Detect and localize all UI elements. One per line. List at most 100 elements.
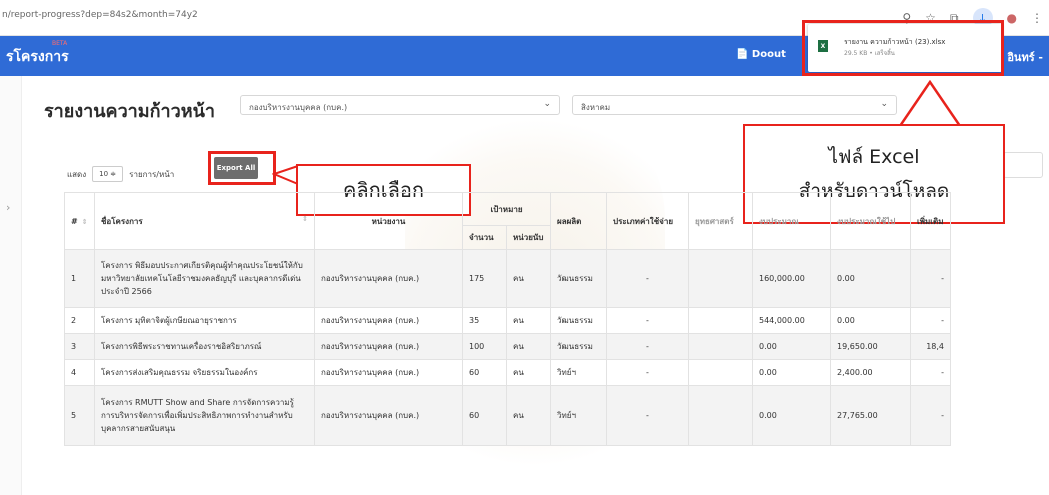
col-header-index-label: # [71, 216, 78, 226]
user-menu[interactable]: อินทร์ - [1007, 48, 1043, 66]
cell-count-unit: คน [506, 307, 551, 334]
cell-expense-type: - [606, 359, 689, 386]
export-all-button[interactable]: Export All [214, 157, 258, 179]
cell-expense-type: - [606, 249, 689, 308]
kebab-icon[interactable]: ⋮ [1031, 11, 1043, 25]
cell-index: 1 [64, 249, 95, 308]
cell-unit: กองบริหารงานบุคคล (กบค.) [314, 385, 463, 446]
cell-extra: - [910, 307, 951, 334]
chevron-right-icon[interactable]: › [6, 201, 10, 214]
cell-name: โครงการ RMUTT Show and Share การจัดการคว… [94, 385, 315, 446]
cell-budget: 544,000.00 [752, 307, 831, 334]
cell-strategy [688, 307, 753, 334]
cell-count-unit: คน [506, 333, 551, 360]
show-label: แสดง [67, 169, 87, 179]
sidebar-collapsed: › [0, 76, 22, 495]
beta-badge: BETA [52, 40, 68, 47]
cell-name: โครงการพิธีพระราชทานเครื่องราชอิสริยาภรณ… [94, 333, 315, 360]
cell-count-unit: คน [506, 249, 551, 308]
department-select-value: กองบริหารงานบุคคล (กบค.) [249, 103, 348, 112]
cell-expense-type: - [606, 307, 689, 334]
col-header-index[interactable]: # ⇕ [64, 192, 95, 250]
nav-menu-item[interactable]: 📄 Doout [736, 49, 786, 60]
cell-output: วิทย์ฯ [550, 359, 607, 386]
cell-spent: 0.00 [830, 249, 911, 308]
cell-extra: - [910, 359, 951, 386]
cell-output: วัฒนธรรม [550, 249, 607, 308]
department-select[interactable]: กองบริหารงานบุคคล (กบค.) ⌄ [240, 95, 560, 115]
col-header-name-label: ชื่อโครงการ [101, 216, 143, 226]
col-header-amount[interactable]: จำนวน [462, 225, 507, 250]
col-header-spent[interactable]: งบประมาณใช้ไป [830, 192, 911, 250]
cell-output: วัฒนธรรม [550, 307, 607, 334]
cell-amount: 60 [462, 385, 507, 446]
cell-index: 2 [64, 307, 95, 334]
callout-pointer [897, 80, 963, 128]
cell-extra: - [910, 249, 951, 308]
cell-output: วัฒนธรรม [550, 333, 607, 360]
profile-icon[interactable]: ● [1007, 11, 1017, 25]
cell-index: 5 [64, 385, 95, 446]
cell-strategy [688, 333, 753, 360]
table-row[interactable]: 4 โครงการส่งเสริมคุณธรรม จริยธรรมในองค์ก… [64, 359, 951, 386]
table-row[interactable]: 3 โครงการพิธีพระราชทานเครื่องราชอิสริยาภ… [64, 333, 951, 360]
col-header-strategy[interactable]: ยุทธศาสตร์ [688, 192, 753, 250]
callout-excel-line1: ไฟล์ Excel [828, 146, 920, 168]
brand-title[interactable]: รโครงการ [6, 46, 69, 68]
cell-budget: 0.00 [752, 385, 831, 446]
month-select[interactable]: สิงหาคม ⌄ [572, 95, 897, 115]
cell-spent: 19,650.00 [830, 333, 911, 360]
cell-expense-type: - [606, 385, 689, 446]
col-header-name[interactable]: ชื่อโครงการ ⇕ [94, 192, 315, 250]
cell-name: โครงการ มุทิตาจิตผู้เกษียณอายุราชการ [94, 307, 315, 334]
cell-amount: 175 [462, 249, 507, 308]
records-label: รายการ/หน้า [129, 169, 175, 179]
col-header-count-unit[interactable]: หน่วยนับ [506, 225, 551, 250]
col-header-target: เป้าหมาย [462, 192, 551, 226]
col-header-extra[interactable]: เพิ่มเติม [910, 192, 951, 250]
cell-count-unit: คน [506, 385, 551, 446]
col-header-expense-type[interactable]: ประเภทค่าใช้จ่าย [606, 192, 689, 250]
address-bar[interactable]: n/report-progress?dep=84s2&month=74y2 [2, 10, 198, 20]
sort-icon: ⇕ [81, 217, 88, 226]
cell-spent: 0.00 [830, 307, 911, 334]
cell-index: 3 [64, 333, 95, 360]
cell-budget: 160,000.00 [752, 249, 831, 308]
cell-extra: - [910, 385, 951, 446]
cell-budget: 0.00 [752, 333, 831, 360]
search-input[interactable] [1003, 152, 1043, 178]
cell-unit: กองบริหารงานบุคคล (กบค.) [314, 249, 463, 308]
table-length-control: แสดง 10 ≑ รายการ/หน้า [67, 166, 174, 182]
page-title: รายงานความก้าวหน้า [44, 101, 216, 122]
table-row[interactable]: 5 โครงการ RMUTT Show and Share การจัดการ… [64, 385, 951, 446]
cell-strategy [688, 249, 753, 308]
page-size-select[interactable]: 10 ≑ [92, 166, 124, 182]
cell-count-unit: คน [506, 359, 551, 386]
chevron-down-icon: ⌄ [543, 99, 551, 109]
cell-expense-type: - [606, 333, 689, 360]
cell-spent: 2,400.00 [830, 359, 911, 386]
report-table: # ⇕ ชื่อโครงการ ⇕ หน่วยงาน เป้าหมาย ผลผลิต… [64, 192, 951, 446]
col-header-budget[interactable]: งบประมาณ [752, 192, 831, 250]
table-row[interactable]: 1 โครงการ พิธีมอบประกาศเกียรติคุณผู้ทำคุ… [64, 249, 951, 308]
cell-strategy [688, 359, 753, 386]
col-header-output[interactable]: ผลผลิต [550, 192, 607, 250]
cell-amount: 60 [462, 359, 507, 386]
cell-output: วิทย์ฯ [550, 385, 607, 446]
cell-unit: กองบริหารงานบุคคล (กบค.) [314, 333, 463, 360]
col-header-unit[interactable]: หน่วยงาน [314, 192, 463, 250]
cell-extra: 18,4 [910, 333, 951, 360]
sort-icon: ⇕ [302, 214, 308, 223]
cell-budget: 0.00 [752, 359, 831, 386]
page-size-caret: ≑ [110, 170, 117, 178]
table-row[interactable]: 2 โครงการ มุทิตาจิตผู้เกษียณอายุราชการ ก… [64, 307, 951, 334]
cell-amount: 100 [462, 333, 507, 360]
cell-name: โครงการส่งเสริมคุณธรรม จริยธรรมในองค์กร [94, 359, 315, 386]
cell-amount: 35 [462, 307, 507, 334]
month-select-value: สิงหาคม [581, 103, 611, 112]
cell-spent: 27,765.00 [830, 385, 911, 446]
cell-index: 4 [64, 359, 95, 386]
cell-name: โครงการ พิธีมอบประกาศเกียรติคุณผู้ทำคุณป… [94, 249, 315, 308]
highlight-download [802, 20, 1004, 76]
cell-unit: กองบริหารงานบุคคล (กบค.) [314, 307, 463, 334]
